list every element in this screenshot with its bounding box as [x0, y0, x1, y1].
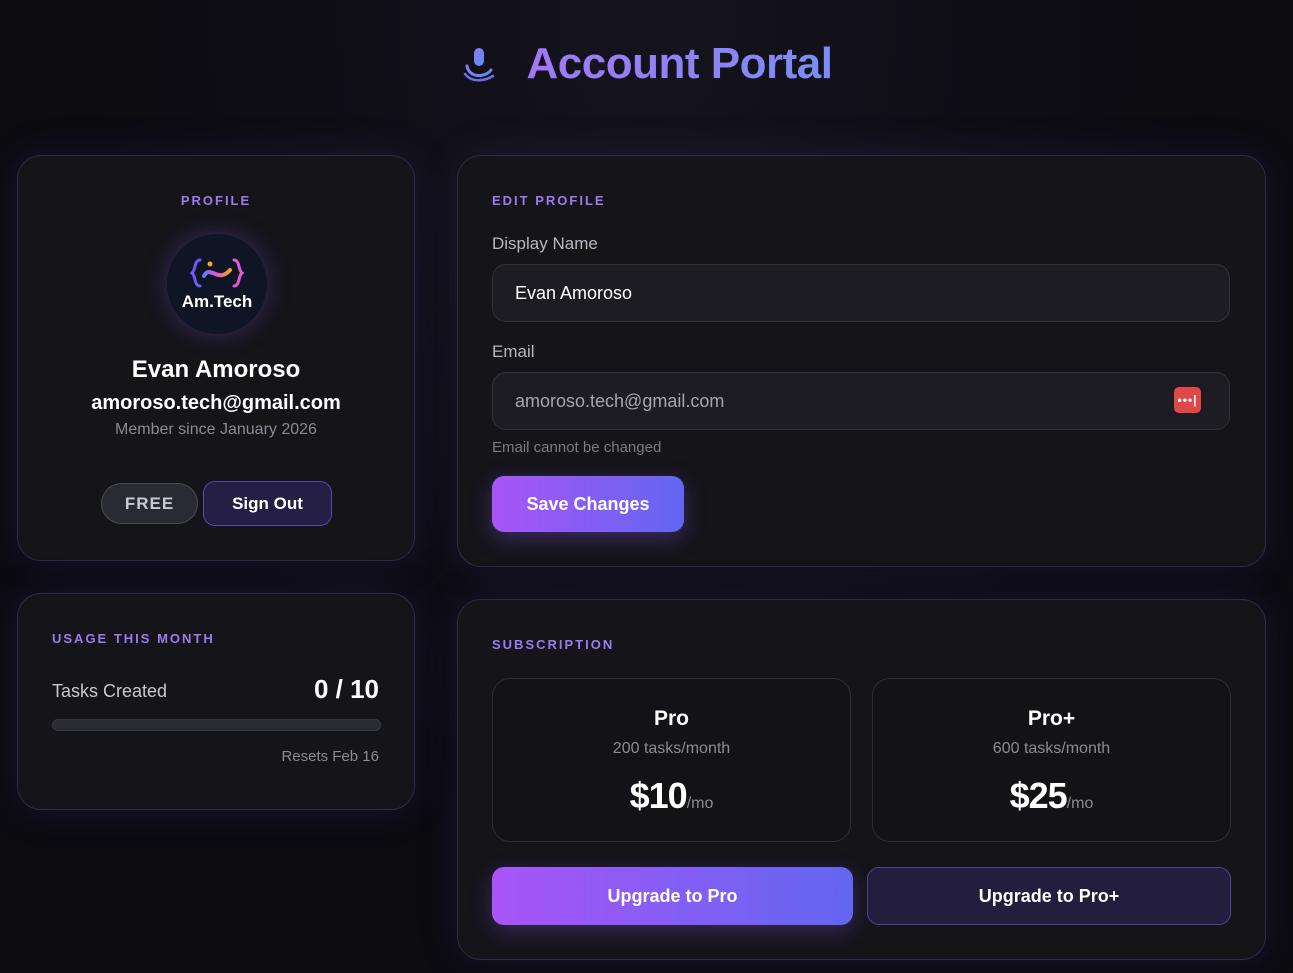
profile-card: PROFILE Am.Tech Evan Amoroso amoroso.tec…: [17, 155, 415, 561]
edit-profile-section-label: EDIT PROFILE: [492, 193, 606, 208]
usage-reset-text: Resets Feb 16: [281, 748, 379, 765]
email-hint: Email cannot be changed: [492, 439, 662, 456]
plan-tasks: 600 tasks/month: [992, 740, 1111, 757]
microphone-hand-icon: [463, 48, 494, 82]
avatar-text: Am.Tech: [181, 292, 253, 311]
plan-card-pro-plus: Pro+ 600 tasks/month $25 /mo: [872, 678, 1231, 842]
tasks-created-value: 0 / 10: [313, 674, 379, 704]
plan-name: Pro: [653, 707, 689, 730]
plan-price: $10: [629, 775, 688, 816]
profile-email: amoroso.tech@gmail.com: [91, 392, 341, 414]
email-field: [492, 372, 1230, 430]
upgrade-to-pro-plus-button[interactable]: Upgrade to Pro+: [867, 867, 1231, 925]
profile-name: Evan Amoroso: [131, 356, 301, 383]
subscription-card: SUBSCRIPTION Pro 200 tasks/month $10 /mo…: [457, 599, 1266, 960]
profile-section-label: PROFILE: [180, 193, 252, 208]
usage-card: USAGE THIS MONTH Tasks Created 0 / 10 Re…: [17, 593, 415, 810]
page-title: Account Portal: [526, 39, 833, 88]
usage-section-label: USAGE THIS MONTH: [52, 631, 215, 646]
email-label: Email: [492, 342, 535, 361]
display-name-label: Display Name: [492, 234, 598, 253]
upgrade-to-pro-button[interactable]: Upgrade to Pro: [492, 867, 853, 925]
display-name-input[interactable]: [492, 264, 1230, 322]
edit-profile-card: EDIT PROFILE Display Name Email •••| Ema…: [457, 155, 1266, 567]
plan-period: /mo: [1066, 795, 1094, 812]
plan-badge: FREE: [101, 483, 198, 524]
password-dots-icon[interactable]: •••|: [1174, 387, 1201, 413]
page-header: Account Portal: [0, 36, 1293, 92]
avatar: Am.Tech: [167, 234, 267, 334]
subscription-section-label: SUBSCRIPTION: [492, 637, 615, 652]
tasks-created-label: Tasks Created: [52, 681, 168, 701]
save-changes-button[interactable]: Save Changes: [492, 476, 684, 532]
plan-price-row: $10 /mo: [493, 775, 850, 817]
plan-price: $25: [1009, 775, 1068, 816]
plan-period: /mo: [686, 795, 714, 812]
plan-card-pro: Pro 200 tasks/month $10 /mo: [492, 678, 851, 842]
sign-out-button[interactable]: Sign Out: [203, 481, 332, 526]
plan-name: Pro+: [1027, 707, 1076, 730]
usage-progress-bar: [52, 719, 381, 731]
member-since: Member since January 2026: [115, 421, 317, 438]
plan-price-row: $25 /mo: [873, 775, 1230, 817]
plan-tasks: 200 tasks/month: [612, 740, 731, 757]
code-braces-logo-icon: [190, 258, 244, 288]
